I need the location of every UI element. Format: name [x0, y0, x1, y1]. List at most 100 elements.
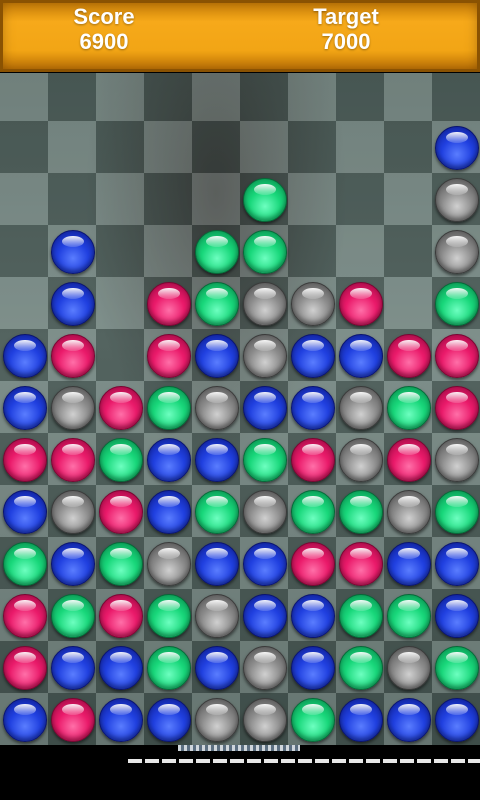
gray-ball[interactable] [195, 386, 239, 430]
blue-ball[interactable] [435, 542, 479, 586]
board-cell[interactable] [432, 589, 480, 641]
board-cell[interactable] [240, 121, 288, 173]
board-cell[interactable] [336, 329, 384, 381]
board-cell[interactable] [432, 121, 480, 173]
board-cell[interactable] [0, 485, 48, 537]
blue-ball[interactable] [243, 542, 287, 586]
gray-ball[interactable] [387, 646, 431, 690]
board-cell[interactable] [288, 277, 336, 329]
board-cell[interactable] [0, 641, 48, 693]
board-cell[interactable] [144, 225, 192, 277]
gray-ball[interactable] [147, 542, 191, 586]
pink-ball[interactable] [387, 438, 431, 482]
board-cell[interactable] [336, 73, 384, 121]
gray-ball[interactable] [243, 282, 287, 326]
green-ball[interactable] [195, 490, 239, 534]
pink-ball[interactable] [99, 386, 143, 430]
board-cell[interactable] [384, 225, 432, 277]
board-cell[interactable] [144, 641, 192, 693]
board-cell[interactable] [384, 537, 432, 589]
blue-ball[interactable] [147, 490, 191, 534]
blue-ball[interactable] [291, 386, 335, 430]
board-cell[interactable] [240, 225, 288, 277]
board-cell[interactable] [48, 329, 96, 381]
board-cell[interactable] [384, 693, 432, 745]
board-cell[interactable] [432, 73, 480, 121]
board-cell[interactable] [432, 537, 480, 589]
board-cell[interactable] [240, 73, 288, 121]
pink-ball[interactable] [51, 438, 95, 482]
blue-ball[interactable] [51, 282, 95, 326]
board-cell[interactable] [336, 693, 384, 745]
board-cell[interactable] [192, 693, 240, 745]
board-cell[interactable] [192, 277, 240, 329]
board-cell[interactable] [240, 537, 288, 589]
board-cell[interactable] [0, 329, 48, 381]
board-cell[interactable] [384, 641, 432, 693]
board-cell[interactable] [288, 173, 336, 225]
board-cell[interactable] [96, 485, 144, 537]
gray-ball[interactable] [243, 334, 287, 378]
board-cell[interactable] [48, 589, 96, 641]
green-ball[interactable] [435, 646, 479, 690]
board-cell[interactable] [336, 537, 384, 589]
blue-ball[interactable] [435, 594, 479, 638]
board-cell[interactable] [288, 433, 336, 485]
green-ball[interactable] [243, 438, 287, 482]
green-ball[interactable] [339, 646, 383, 690]
pink-ball[interactable] [3, 438, 47, 482]
pink-ball[interactable] [291, 542, 335, 586]
board-cell[interactable] [48, 485, 96, 537]
board-cell[interactable] [336, 381, 384, 433]
blue-ball[interactable] [195, 542, 239, 586]
gray-ball[interactable] [435, 178, 479, 222]
board-cell[interactable] [192, 381, 240, 433]
board-cell[interactable] [336, 589, 384, 641]
board-cell[interactable] [192, 173, 240, 225]
board-cell[interactable] [0, 73, 48, 121]
board-cell[interactable] [96, 589, 144, 641]
board-cell[interactable] [336, 173, 384, 225]
board-cell[interactable] [240, 693, 288, 745]
board-cell[interactable] [192, 225, 240, 277]
board-cell[interactable] [96, 693, 144, 745]
board-cell[interactable] [336, 641, 384, 693]
pink-ball[interactable] [3, 646, 47, 690]
board-cell[interactable] [288, 641, 336, 693]
board-cell[interactable] [384, 381, 432, 433]
green-ball[interactable] [291, 490, 335, 534]
blue-ball[interactable] [51, 230, 95, 274]
board-cell[interactable] [96, 277, 144, 329]
board-cell[interactable] [144, 589, 192, 641]
blue-ball[interactable] [195, 438, 239, 482]
board-cell[interactable] [48, 381, 96, 433]
board-cell[interactable] [288, 693, 336, 745]
board-cell[interactable] [0, 173, 48, 225]
blue-ball[interactable] [291, 594, 335, 638]
board-cell[interactable] [288, 589, 336, 641]
board-cell[interactable] [240, 173, 288, 225]
blue-ball[interactable] [147, 438, 191, 482]
gray-ball[interactable] [195, 594, 239, 638]
board-cell[interactable] [96, 329, 144, 381]
board-cell[interactable] [144, 693, 192, 745]
board-cell[interactable] [432, 329, 480, 381]
board-cell[interactable] [192, 589, 240, 641]
board-cell[interactable] [0, 381, 48, 433]
blue-ball[interactable] [195, 646, 239, 690]
blue-ball[interactable] [99, 646, 143, 690]
board-cell[interactable] [144, 433, 192, 485]
board-cell[interactable] [0, 121, 48, 173]
board-cell[interactable] [96, 173, 144, 225]
green-ball[interactable] [243, 230, 287, 274]
board-cell[interactable] [48, 641, 96, 693]
pink-ball[interactable] [387, 334, 431, 378]
board-cell[interactable] [96, 433, 144, 485]
blue-ball[interactable] [291, 646, 335, 690]
blue-ball[interactable] [3, 698, 47, 742]
blue-ball[interactable] [3, 386, 47, 430]
green-ball[interactable] [51, 594, 95, 638]
board-cell[interactable] [384, 433, 432, 485]
board-cell[interactable] [96, 73, 144, 121]
blue-ball[interactable] [99, 698, 143, 742]
